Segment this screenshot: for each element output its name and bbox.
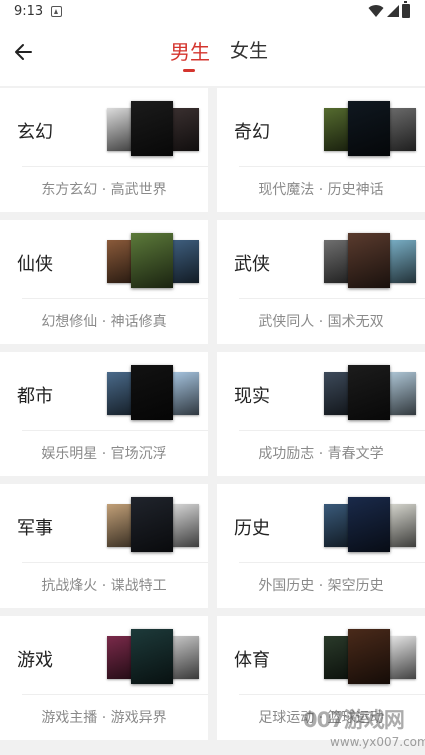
- status-bar: 9:13: [0, 0, 425, 24]
- top-nav: 男生 女生: [0, 24, 425, 86]
- category-name: 都市: [17, 386, 53, 407]
- tab-female[interactable]: 女生: [230, 36, 268, 63]
- book-cover-image: [387, 108, 416, 151]
- book-cover-image: [170, 240, 199, 283]
- book-cover-image: [170, 504, 199, 547]
- watermark-text: 007游戏网: [303, 708, 405, 732]
- book-cover-image: [170, 372, 199, 415]
- battery-icon: [402, 1, 410, 18]
- divider: [239, 694, 425, 695]
- category-subtags: 现代魔法 · 历史神话: [258, 182, 384, 198]
- category-card[interactable]: 武侠武侠同人 · 国术无双: [217, 220, 425, 344]
- category-name: 军事: [17, 518, 53, 539]
- book-cover-image: [348, 497, 390, 552]
- divider: [22, 430, 208, 431]
- category-name: 武侠: [234, 254, 270, 275]
- divider: [22, 694, 208, 695]
- book-covers: [324, 494, 416, 554]
- divider: [239, 166, 425, 167]
- book-cover-image: [348, 101, 390, 156]
- divider: [22, 562, 208, 563]
- category-subtags: 成功励志 · 青春文学: [258, 446, 384, 462]
- book-cover-image: [131, 233, 173, 288]
- category-card[interactable]: 历史外国历史 · 架空历史: [217, 484, 425, 608]
- book-covers: [107, 626, 199, 686]
- book-cover-image: [131, 629, 173, 684]
- active-tab-indicator: [183, 69, 195, 72]
- notification-icon: [51, 6, 62, 17]
- category-card[interactable]: 游戏游戏主播 · 游戏异界: [0, 616, 208, 740]
- category-card[interactable]: 都市娱乐明星 · 官场沉浮: [0, 352, 208, 476]
- category-name: 游戏: [17, 650, 53, 671]
- book-covers: [107, 230, 199, 290]
- book-cover-image: [348, 233, 390, 288]
- divider: [22, 298, 208, 299]
- book-cover-image: [387, 504, 416, 547]
- category-subtags: 游戏主播 · 游戏异界: [41, 710, 167, 726]
- category-name: 仙侠: [17, 254, 53, 275]
- category-subtags: 武侠同人 · 国术无双: [258, 314, 384, 330]
- category-card[interactable]: 奇幻现代魔法 · 历史神话: [217, 88, 425, 212]
- book-cover-image: [131, 365, 173, 420]
- category-subtags: 外国历史 · 架空历史: [258, 578, 384, 594]
- book-covers: [107, 494, 199, 554]
- book-covers: [324, 626, 416, 686]
- category-name: 体育: [234, 650, 270, 671]
- status-time: 9:13: [14, 4, 44, 19]
- signal-icon: [387, 5, 399, 17]
- book-cover-image: [387, 372, 416, 415]
- book-cover-image: [131, 497, 173, 552]
- category-card[interactable]: 现实成功励志 · 青春文学: [217, 352, 425, 476]
- category-card[interactable]: 仙侠幻想修仙 · 神话修真: [0, 220, 208, 344]
- book-cover-image: [387, 240, 416, 283]
- divider: [239, 298, 425, 299]
- divider: [239, 562, 425, 563]
- book-cover-image: [348, 365, 390, 420]
- book-covers: [324, 230, 416, 290]
- book-cover-image: [348, 629, 390, 684]
- divider: [239, 430, 425, 431]
- category-subtags: 抗战烽火 · 谍战特工: [41, 578, 167, 594]
- arrow-left-icon[interactable]: [10, 38, 38, 66]
- book-covers: [324, 362, 416, 422]
- book-cover-image: [387, 636, 416, 679]
- category-subtags: 幻想修仙 · 神话修真: [41, 314, 167, 330]
- book-covers: [324, 98, 416, 158]
- category-name: 历史: [234, 518, 270, 539]
- category-name: 玄幻: [17, 122, 53, 143]
- tab-male[interactable]: 男生: [170, 36, 210, 65]
- category-card[interactable]: 军事抗战烽火 · 谍战特工: [0, 484, 208, 608]
- wifi-icon: [368, 5, 384, 18]
- divider: [22, 166, 208, 167]
- book-covers: [107, 362, 199, 422]
- book-cover-image: [170, 636, 199, 679]
- category-name: 现实: [234, 386, 270, 407]
- category-card[interactable]: 玄幻东方玄幻 · 高武世界: [0, 88, 208, 212]
- book-covers: [107, 98, 199, 158]
- category-subtags: 娱乐明星 · 官场沉浮: [41, 446, 167, 462]
- category-name: 奇幻: [234, 122, 270, 143]
- watermark-url: www.yx007.com: [330, 735, 425, 749]
- category-subtags: 东方玄幻 · 高武世界: [41, 182, 167, 198]
- book-cover-image: [170, 108, 199, 151]
- book-cover-image: [131, 101, 173, 156]
